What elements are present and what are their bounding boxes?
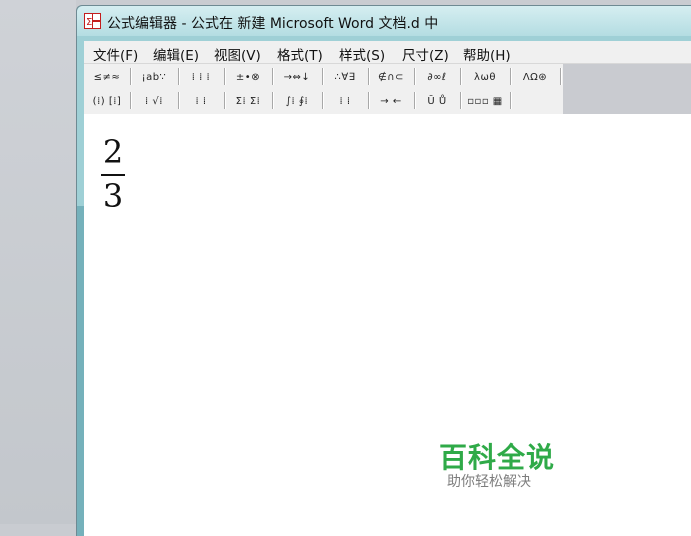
- spaces-ellipses-button[interactable]: ¡ab∵: [132, 67, 176, 87]
- toolbar-separator: [224, 92, 225, 109]
- menu-size[interactable]: 尺寸(Z): [402, 44, 449, 64]
- template-palette-row: (⁞) [⁞] ⁞ √⁞ ⁞ ⁞ Σ⁞ Σ⁞ ∫⁞ ∮⁞ ⁞ ⁞ → ← Ū Ů…: [84, 90, 563, 112]
- toolbar-separator: [510, 92, 511, 109]
- fraction-numerator[interactable]: 2: [99, 134, 127, 170]
- logical-symbols-button[interactable]: ∴∀∃: [324, 67, 366, 87]
- equation-editing-area[interactable]: 2 3: [84, 114, 691, 536]
- operator-symbols-button[interactable]: ±•⊗: [226, 67, 270, 87]
- fence-templates-button[interactable]: (⁞) [⁞]: [86, 91, 128, 111]
- symbol-palette-row: ≤≠≈ ¡ab∵ ⁞ ⁞ ⁞ ±•⊗ →⇔↓ ∴∀∃ ∉∩⊂ ∂∞ℓ λωθ Λ…: [84, 66, 563, 88]
- fraction[interactable]: 2 3: [99, 134, 127, 214]
- title-bar[interactable]: Σ 公式编辑器 - 公式在 新建 Microsoft Word 文档.d 中: [77, 6, 691, 36]
- toolbar-separator: [460, 68, 461, 85]
- toolbar-separator: [460, 92, 461, 109]
- toolbar-separator: [368, 92, 369, 109]
- misc-symbols-button[interactable]: ∂∞ℓ: [416, 67, 458, 87]
- toolbar-separator: [272, 92, 273, 109]
- fraction-bar: [101, 174, 125, 176]
- subscript-superscript-templates-button[interactable]: ⁞ ⁞: [180, 91, 222, 111]
- equation-editor-app-icon: Σ: [84, 13, 101, 29]
- integral-templates-button[interactable]: ∫⁞ ∮⁞: [274, 91, 320, 111]
- toolbar-separator: [178, 92, 179, 109]
- set-theory-symbols-button[interactable]: ∉∩⊂: [370, 67, 412, 87]
- toolbar-separator: [414, 68, 415, 85]
- toolbar-separator: [178, 68, 179, 85]
- embellishments-button[interactable]: ⁞ ⁞ ⁞: [180, 67, 222, 87]
- toolbar-separator: [130, 92, 131, 109]
- products-set-theory-templates-button[interactable]: Ū Ů: [416, 91, 458, 111]
- toolbar-separator: [368, 68, 369, 85]
- arrow-symbols-button[interactable]: →⇔↓: [274, 67, 320, 87]
- toolbar-separator: [224, 68, 225, 85]
- toolbar-separator: [322, 68, 323, 85]
- toolbar-separator: [560, 68, 561, 85]
- toolbar-separator: [272, 68, 273, 85]
- greek-uppercase-button[interactable]: ΛΩ⊛: [512, 67, 558, 87]
- window-title: 公式编辑器 - 公式在 新建 Microsoft Word 文档.d 中: [107, 16, 439, 32]
- fraction-denominator[interactable]: 3: [99, 178, 127, 214]
- relational-symbols-button[interactable]: ≤≠≈: [86, 67, 128, 87]
- fraction-radical-templates-button[interactable]: ⁞ √⁞: [132, 91, 176, 111]
- matrix-templates-button[interactable]: ▫▫▫ ▦: [462, 91, 508, 111]
- menu-bar: 文件(F) 编辑(E) 视图(V) 格式(T) 样式(S) 尺寸(Z) 帮助(H…: [84, 41, 691, 64]
- window-left-border: [77, 206, 84, 536]
- watermark-logo-text: 百科全说: [439, 441, 556, 474]
- menu-style[interactable]: 样式(S): [339, 44, 385, 64]
- svg-text:Σ: Σ: [86, 17, 92, 28]
- equation-toolbar: ≤≠≈ ¡ab∵ ⁞ ⁞ ⁞ ±•⊗ →⇔↓ ∴∀∃ ∉∩⊂ ∂∞ℓ λωθ Λ…: [84, 64, 563, 114]
- menu-file[interactable]: 文件(F): [93, 44, 138, 64]
- equation-editor-window: Σ 公式编辑器 - 公式在 新建 Microsoft Word 文档.d 中 文…: [76, 5, 691, 536]
- toolbar-empty-area: [563, 64, 691, 114]
- greek-lowercase-button[interactable]: λωθ: [462, 67, 508, 87]
- summation-templates-button[interactable]: Σ⁞ Σ⁞: [226, 91, 270, 111]
- menu-format[interactable]: 格式(T): [277, 44, 323, 64]
- toolbar-separator: [510, 68, 511, 85]
- watermark-slogan: 助你轻松解决: [447, 474, 531, 490]
- desktop-background: [0, 0, 76, 524]
- menu-help[interactable]: 帮助(H): [463, 44, 511, 64]
- underbar-overbar-templates-button[interactable]: ⁞ ⁞: [324, 91, 366, 111]
- labeled-arrow-templates-button[interactable]: → ←: [370, 91, 412, 111]
- toolbar-separator: [322, 92, 323, 109]
- menu-edit[interactable]: 编辑(E): [153, 44, 199, 64]
- toolbar-separator: [130, 68, 131, 85]
- toolbar-separator: [414, 92, 415, 109]
- menu-view[interactable]: 视图(V): [214, 44, 261, 64]
